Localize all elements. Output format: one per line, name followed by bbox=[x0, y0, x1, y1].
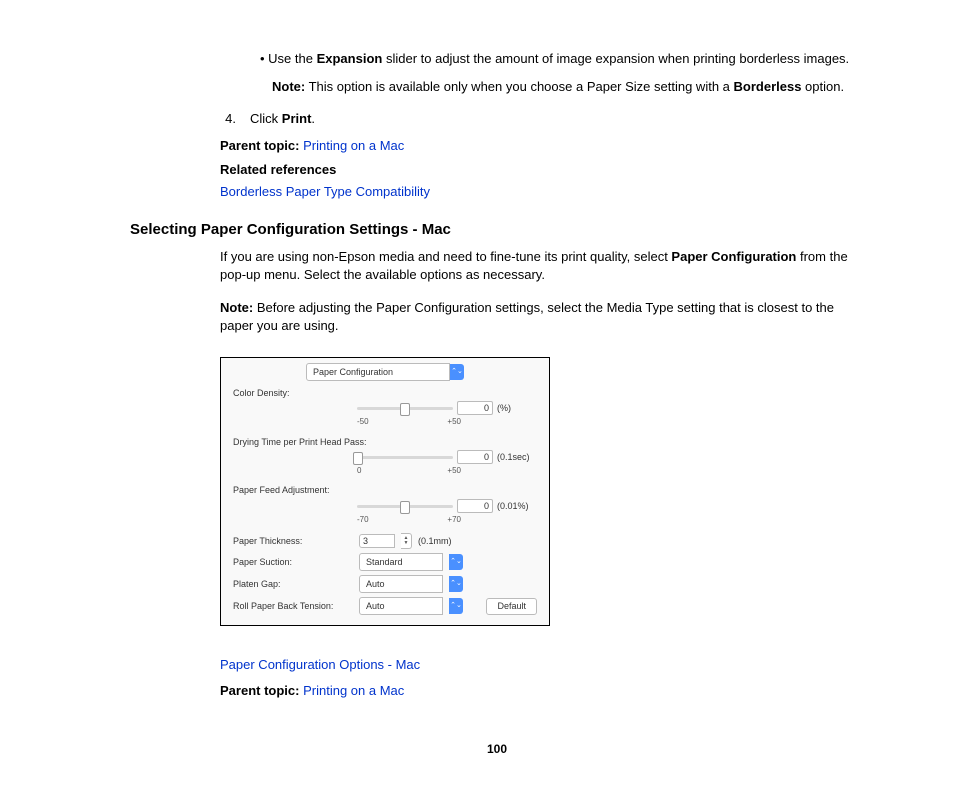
bold-term: Borderless bbox=[734, 79, 802, 94]
step-text: Click Print. bbox=[250, 110, 315, 128]
chevron-updown-icon[interactable]: ⌃⌄ bbox=[450, 364, 464, 380]
slider-thumb[interactable] bbox=[400, 501, 410, 514]
range-max: +70 bbox=[447, 514, 461, 525]
section-heading: Selecting Paper Configuration Settings -… bbox=[130, 219, 864, 240]
unit-label: (0.1mm) bbox=[418, 535, 452, 548]
paper-feed-label: Paper Feed Adjustment: bbox=[233, 484, 353, 497]
text: This option is available only when you c… bbox=[305, 79, 733, 94]
range-max: +50 bbox=[447, 465, 461, 476]
platen-gap-select[interactable]: Auto bbox=[359, 575, 443, 593]
paper-suction-select[interactable]: Standard bbox=[359, 553, 443, 571]
expansion-bullet-block: Use the Expansion slider to adjust the a… bbox=[260, 50, 864, 96]
text: Click bbox=[250, 111, 282, 126]
color-density-label: Color Density: bbox=[233, 387, 353, 400]
text: slider to adjust the amount of image exp… bbox=[382, 51, 849, 66]
paper-feed-slider[interactable] bbox=[357, 505, 453, 508]
popup-menu-value: Paper Configuration bbox=[313, 366, 393, 379]
note-label: Note: bbox=[272, 79, 305, 94]
parent-topic-row-2: Parent topic: Printing on a Mac bbox=[220, 682, 864, 700]
bold-term: Expansion bbox=[317, 51, 383, 66]
text: . bbox=[311, 111, 315, 126]
range-min: -70 bbox=[357, 514, 369, 525]
popup-menu-select[interactable]: Paper Configuration bbox=[306, 363, 450, 381]
unit-label: (0.1sec) bbox=[497, 451, 537, 464]
select-value: Standard bbox=[366, 556, 403, 569]
note-label: Note: bbox=[220, 300, 253, 315]
paper-thickness-input[interactable]: 3 bbox=[359, 534, 395, 548]
default-button[interactable]: Default bbox=[486, 598, 537, 615]
parent-topic-link-2[interactable]: Printing on a Mac bbox=[303, 683, 404, 698]
drying-time-label: Drying Time per Print Head Pass: bbox=[233, 436, 367, 449]
slider-thumb[interactable] bbox=[400, 403, 410, 416]
step-number: 4. bbox=[220, 110, 236, 128]
paper-configuration-dialog: Paper Configuration ⌃⌄ Color Density: 0 … bbox=[220, 357, 550, 626]
note-media-type: Note: Before adjusting the Paper Configu… bbox=[220, 299, 864, 335]
paper-config-options-link[interactable]: Paper Configuration Options - Mac bbox=[220, 656, 864, 674]
text: option. bbox=[801, 79, 844, 94]
text: Use the bbox=[268, 51, 316, 66]
intro-paragraph: If you are using non-Epson media and nee… bbox=[220, 248, 864, 284]
chevron-updown-icon[interactable]: ⌃⌄ bbox=[449, 598, 463, 614]
step-4: 4. Click Print. bbox=[220, 110, 864, 128]
select-value: Auto bbox=[366, 578, 385, 591]
text: Before adjusting the Paper Configuration… bbox=[220, 300, 834, 333]
drying-time-input[interactable]: 0 bbox=[457, 450, 493, 464]
related-references-label: Related references bbox=[220, 161, 864, 179]
bold-term: Paper Configuration bbox=[671, 249, 796, 264]
parent-topic-link[interactable]: Printing on a Mac bbox=[303, 138, 404, 153]
page-number: 100 bbox=[130, 741, 864, 758]
chevron-updown-icon[interactable]: ⌃⌄ bbox=[449, 554, 463, 570]
slider-thumb[interactable] bbox=[353, 452, 363, 465]
platen-gap-label: Platen Gap: bbox=[233, 578, 353, 591]
parent-topic-label: Parent topic: bbox=[220, 683, 299, 698]
note-borderless: Note: This option is available only when… bbox=[272, 78, 864, 96]
roll-tension-label: Roll Paper Back Tension: bbox=[233, 600, 353, 613]
parent-topic-label: Parent topic: bbox=[220, 138, 299, 153]
range-max: +50 bbox=[447, 416, 461, 427]
roll-tension-select[interactable]: Auto bbox=[359, 597, 443, 615]
related-reference-link[interactable]: Borderless Paper Type Compatibility bbox=[220, 183, 864, 201]
color-density-slider[interactable] bbox=[357, 407, 453, 410]
text: If you are using non-Epson media and nee… bbox=[220, 249, 671, 264]
chevron-updown-icon[interactable]: ⌃⌄ bbox=[449, 576, 463, 592]
unit-label: (0.01%) bbox=[497, 500, 537, 513]
range-min: 0 bbox=[357, 465, 361, 476]
paper-suction-label: Paper Suction: bbox=[233, 556, 353, 569]
select-value: Auto bbox=[366, 600, 385, 613]
range-min: -50 bbox=[357, 416, 369, 427]
drying-time-slider[interactable] bbox=[357, 456, 453, 459]
expansion-bullet: Use the Expansion slider to adjust the a… bbox=[260, 50, 864, 68]
paper-thickness-label: Paper Thickness: bbox=[233, 535, 353, 548]
unit-label: (%) bbox=[497, 402, 537, 415]
stepper-icon[interactable]: ▲▼ bbox=[401, 533, 412, 549]
color-density-input[interactable]: 0 bbox=[457, 401, 493, 415]
parent-topic-row: Parent topic: Printing on a Mac bbox=[220, 137, 864, 155]
bold-term: Print bbox=[282, 111, 312, 126]
paper-feed-input[interactable]: 0 bbox=[457, 499, 493, 513]
